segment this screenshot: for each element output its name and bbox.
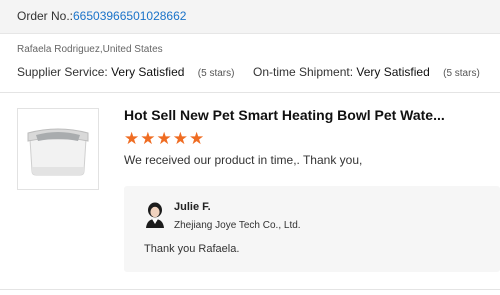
- product-thumbnail[interactable]: [17, 108, 99, 190]
- ontime-shipment-label: On-time Shipment:: [253, 65, 354, 79]
- seller-company: Zhejiang Joye Tech Co., Ltd.: [174, 220, 301, 231]
- supplier-service-stars: (5 stars): [197, 68, 235, 79]
- supplier-service-label: Supplier Service:: [17, 65, 108, 79]
- pet-bowl-image: [27, 128, 89, 176]
- review-text: We received our product in time,. Thank …: [124, 153, 363, 167]
- bottom-divider: [0, 289, 500, 290]
- order-header: Order No.: 66503966501028662: [0, 0, 500, 34]
- review-star-rating: ★★★★★: [124, 129, 206, 148]
- reply-text: Thank you Rafaela.: [144, 243, 240, 255]
- section-divider: [0, 92, 500, 93]
- seller-name: Julie F.: [174, 201, 211, 213]
- product-title-link[interactable]: Hot Sell New Pet Smart Heating Bowl Pet …: [124, 107, 445, 123]
- seller-reply: Julie F. Zhejiang Joye Tech Co., Ltd. Th…: [124, 186, 500, 272]
- buyer-info: Rafaela Rodriguez,United States: [17, 44, 163, 55]
- seller-avatar: [146, 202, 164, 228]
- ontime-shipment-stars: (5 stars): [443, 68, 480, 79]
- supplier-service-value: Very Satisfied: [111, 65, 185, 79]
- ontime-shipment-rating: On-time Shipment: Very Satisfied (5 star…: [253, 65, 480, 79]
- order-number-label: Order No.:: [17, 9, 74, 23]
- ontime-shipment-value: Very Satisfied: [356, 65, 430, 79]
- supplier-service-rating: Supplier Service: Very Satisfied (5 star…: [17, 65, 234, 79]
- order-number-link[interactable]: 66503966501028662: [73, 9, 186, 23]
